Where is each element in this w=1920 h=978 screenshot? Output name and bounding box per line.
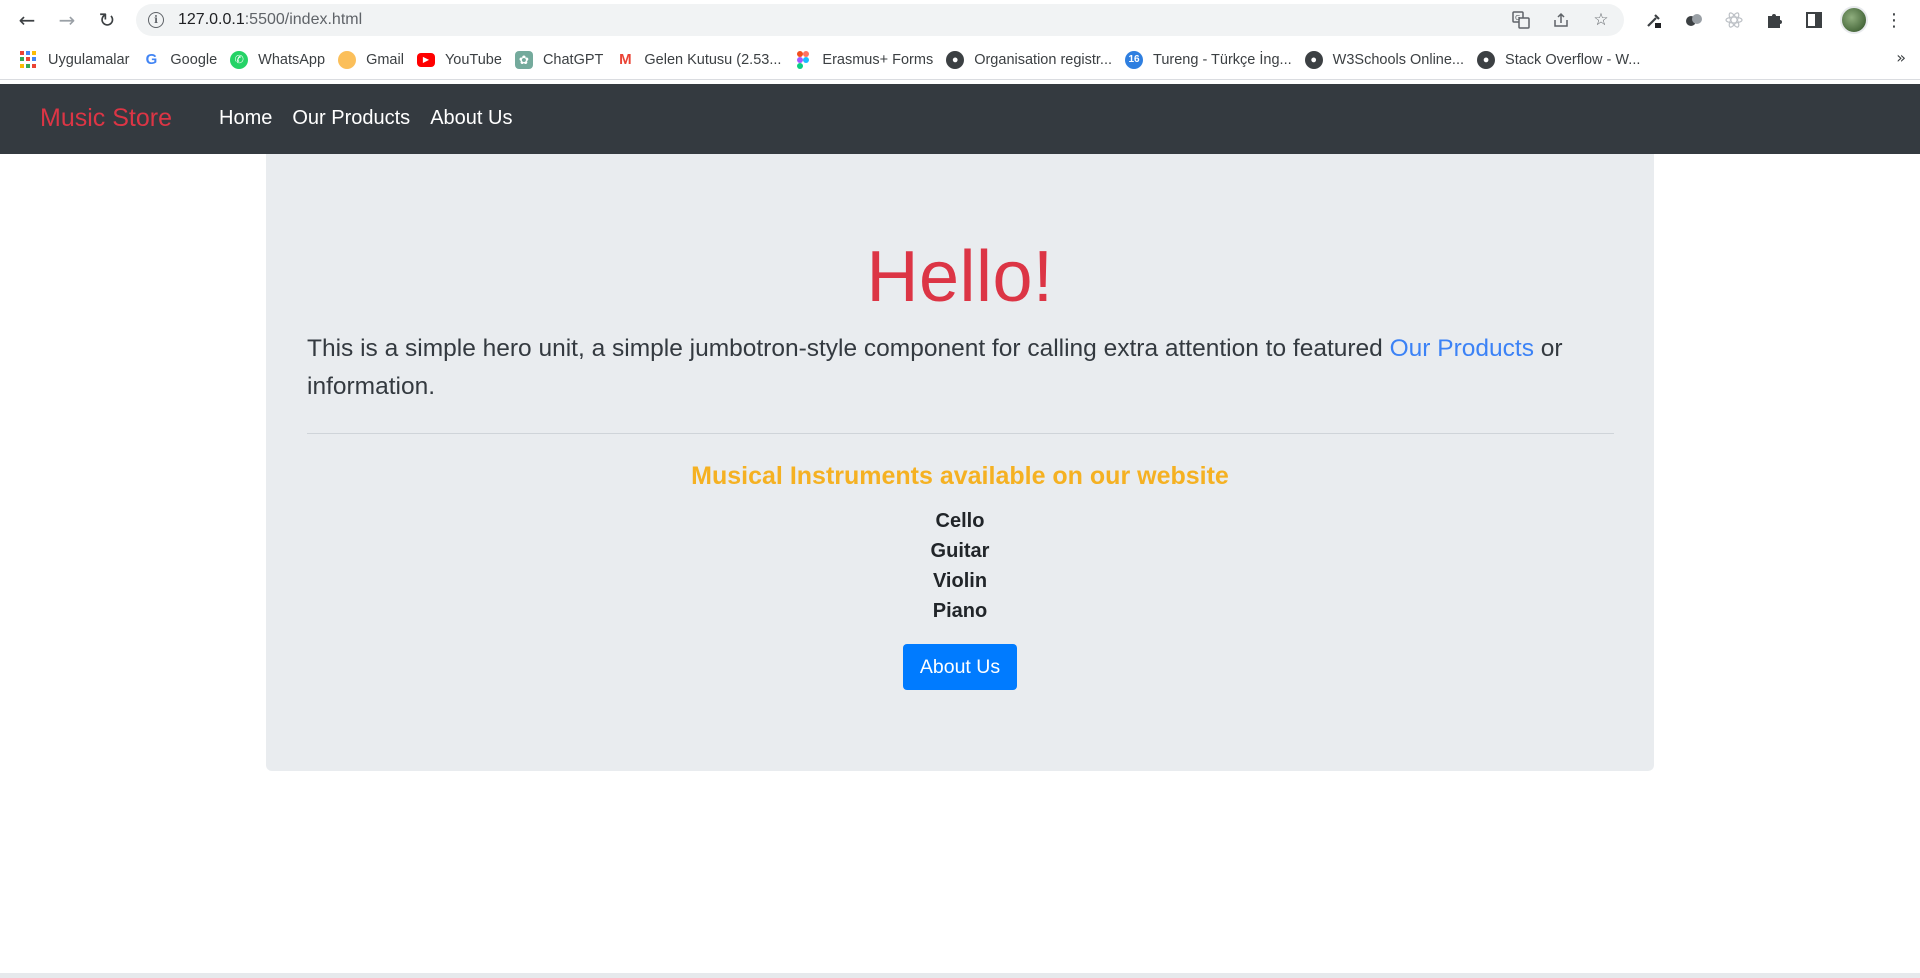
hero-heading: Hello!: [866, 237, 1054, 317]
instrument-item-cello: Cello: [935, 510, 985, 532]
bookmark-label: Gmail: [366, 51, 404, 68]
about-us-button[interactable]: About Us: [903, 644, 1017, 690]
instruments-list: Cello Guitar Violin Piano: [266, 506, 1654, 626]
nav-link-our-products[interactable]: Our Products: [292, 107, 410, 130]
bookmark-label: WhatsApp: [258, 51, 326, 68]
whatsapp-icon: ✆: [230, 50, 249, 69]
nav-link-about-us[interactable]: About Us: [430, 107, 512, 130]
our-products-link[interactable]: Our Products: [1390, 335, 1534, 362]
site-info-icon[interactable]: i: [148, 12, 164, 28]
bookmark-label: Tureng - Türkçe İng...: [1153, 51, 1292, 68]
gmail-m-icon: M: [616, 50, 635, 69]
bookmark-star-icon[interactable]: ☆: [1590, 10, 1612, 30]
address-bar[interactable]: i 127.0.0.1:5500/index.html G ☆: [136, 4, 1624, 36]
bookmark-google[interactable]: G Google: [140, 45, 228, 75]
brand-link[interactable]: Music Store: [40, 104, 172, 133]
forward-arrow-icon[interactable]: →: [52, 6, 82, 34]
hero-divider: [307, 433, 1614, 434]
globe-icon: ●: [946, 50, 965, 69]
page-viewport: Music Store Home Our Products About Us H…: [0, 84, 1920, 978]
bookmark-label: Stack Overflow - W...: [1505, 51, 1641, 68]
browser-toolbar: ← → ↻ i 127.0.0.1:5500/index.html G ☆ ⋮: [0, 0, 1920, 40]
bookmark-gmail[interactable]: Gmail: [336, 45, 415, 75]
tureng-icon: 16: [1125, 50, 1144, 69]
hero-jumbotron: Hello! This is a simple hero unit, a sim…: [266, 154, 1654, 771]
instrument-item-violin: Violin: [932, 570, 988, 592]
gmail-icon: [338, 50, 357, 69]
youtube-icon: ▶: [416, 52, 435, 67]
instrument-item-piano: Piano: [932, 600, 988, 622]
bookmark-youtube[interactable]: ▶ YouTube: [415, 45, 513, 75]
bookmark-organisation-registr[interactable]: ● Organisation registr...: [944, 45, 1123, 75]
chrome-menu-icon[interactable]: ⋮: [1880, 6, 1908, 34]
side-panel-icon[interactable]: [1800, 6, 1828, 34]
bookmark-gelen-kutusu[interactable]: M Gelen Kutusu (2.53...: [614, 45, 792, 75]
bookmark-chatgpt[interactable]: ✿ ChatGPT: [513, 45, 614, 75]
url-path: :5500/index.html: [244, 11, 363, 28]
bookmark-label: Erasmus+ Forms: [822, 51, 934, 68]
site-navbar: Music Store Home Our Products About Us: [0, 84, 1920, 154]
bookmark-label: ChatGPT: [542, 51, 604, 68]
react-devtools-icon[interactable]: [1720, 6, 1748, 34]
url-text[interactable]: 127.0.0.1:5500/index.html: [178, 11, 362, 29]
bookmark-label: Uygulamalar: [48, 51, 130, 68]
apps-grid-icon: [20, 50, 38, 69]
bookmark-label: Organisation registr...: [974, 51, 1113, 68]
translate-icon[interactable]: G: [1510, 10, 1532, 30]
more-bookmarks-chevron-icon[interactable]: »: [1896, 48, 1906, 67]
hero-lead-text: This is a simple hero unit, a simple jum…: [307, 330, 1617, 406]
bookmarks-bar: Uygulamalar G Google ✆ WhatsApp Gmail ▶ …: [0, 40, 1920, 80]
instrument-item-guitar: Guitar: [930, 540, 990, 562]
bookmark-label: Google: [170, 51, 218, 68]
globe-icon: ●: [1477, 50, 1496, 69]
bookmark-stack-overflow[interactable]: ● Stack Overflow - W...: [1475, 45, 1651, 75]
bookmark-tureng[interactable]: 16 Tureng - Türkçe İng...: [1123, 45, 1303, 75]
eyedropper-extension-icon[interactable]: [1640, 6, 1668, 34]
extensions-puzzle-icon[interactable]: [1760, 6, 1788, 34]
chatgpt-icon: ✿: [514, 50, 533, 69]
lead-text-before: This is a simple hero unit, a simple jum…: [307, 335, 1390, 362]
url-host: 127.0.0.1: [178, 11, 245, 28]
nav-links: Home Our Products About Us: [219, 107, 512, 130]
reload-icon[interactable]: ↻: [92, 6, 122, 34]
nav-link-home[interactable]: Home: [219, 107, 272, 130]
svg-text:G: G: [1515, 14, 1520, 22]
bookmark-whatsapp[interactable]: ✆ WhatsApp: [228, 45, 336, 75]
bookmark-label: Gelen Kutusu (2.53...: [644, 51, 782, 68]
chess-extension-icon[interactable]: [1680, 6, 1708, 34]
window-bottom-edge: [0, 973, 1920, 978]
bookmark-label: YouTube: [444, 51, 502, 68]
profile-avatar[interactable]: [1840, 6, 1868, 34]
figma-icon: [794, 50, 812, 69]
globe-icon: ●: [1304, 50, 1323, 69]
bookmark-w3schools[interactable]: ● W3Schools Online...: [1303, 45, 1475, 75]
bookmark-erasmus-forms[interactable]: Erasmus+ Forms: [792, 45, 944, 75]
back-arrow-icon[interactable]: ←: [12, 6, 42, 34]
bookmark-uygulamalar[interactable]: Uygulamalar: [18, 45, 140, 75]
bookmark-label: W3Schools Online...: [1332, 51, 1465, 68]
instruments-title: Musical Instruments available on our web…: [691, 462, 1229, 490]
google-icon: G: [142, 50, 161, 69]
share-icon[interactable]: [1550, 10, 1572, 30]
